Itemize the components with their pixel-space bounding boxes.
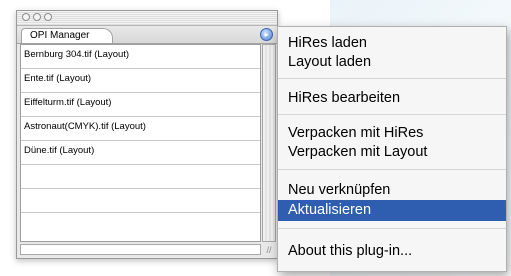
- menu-separator: [278, 228, 506, 229]
- menu-item-about[interactable]: About this plug-in...: [278, 241, 506, 262]
- list-item[interactable]: Düne.tif (Layout): [21, 141, 260, 165]
- empty-row: [21, 165, 260, 189]
- menu-separator: [278, 114, 506, 115]
- list-item[interactable]: Bernburg 304.tif (Layout): [21, 45, 260, 69]
- file-list: Bernburg 304.tif (Layout) Ente.tif (Layo…: [20, 44, 261, 242]
- status-bar: [20, 244, 261, 255]
- close-icon[interactable]: [22, 13, 30, 21]
- menu-item-neu-verknuepfen[interactable]: Neu verknüpfen: [278, 180, 506, 201]
- tab-opi-manager[interactable]: OPI Manager: [21, 28, 113, 43]
- menu-item-aktualisieren[interactable]: Aktualisieren: [278, 200, 506, 221]
- menu-item-layout-laden[interactable]: Layout laden: [278, 52, 506, 73]
- menu-separator: [278, 78, 506, 79]
- menu-item-hires-bearbeiten[interactable]: HiRes bearbeiten: [278, 88, 506, 109]
- zoom-icon[interactable]: [44, 13, 52, 21]
- menu-separator: [278, 169, 506, 170]
- menu-item-hires-laden[interactable]: HiRes laden: [278, 33, 506, 54]
- palette-titlebar[interactable]: [17, 11, 277, 26]
- palette-tab-row: OPI Manager ▸: [17, 26, 277, 44]
- menu-arrow-icon[interactable]: ▸: [260, 28, 273, 41]
- menu-item-verpacken-mit-hires[interactable]: Verpacken mit HiRes: [278, 123, 506, 144]
- list-item[interactable]: Ente.tif (Layout): [21, 69, 260, 93]
- vertical-scrollbar[interactable]: [262, 44, 276, 242]
- list-item[interactable]: Astronaut(CMYK).tif (Layout): [21, 117, 260, 141]
- minimize-icon[interactable]: [33, 13, 41, 21]
- opi-manager-palette: OPI Manager ▸ Bernburg 304.tif (Layout) …: [16, 10, 278, 259]
- resize-grip-icon[interactable]: //: [263, 244, 275, 256]
- empty-row: [21, 189, 260, 213]
- list-item[interactable]: Eiffelturm.tif (Layout): [21, 93, 260, 117]
- empty-row: [21, 213, 260, 237]
- menu-item-verpacken-mit-layout[interactable]: Verpacken mit Layout: [278, 142, 506, 163]
- palette-popup-menu: HiRes laden Layout laden HiRes bearbeite…: [277, 26, 507, 272]
